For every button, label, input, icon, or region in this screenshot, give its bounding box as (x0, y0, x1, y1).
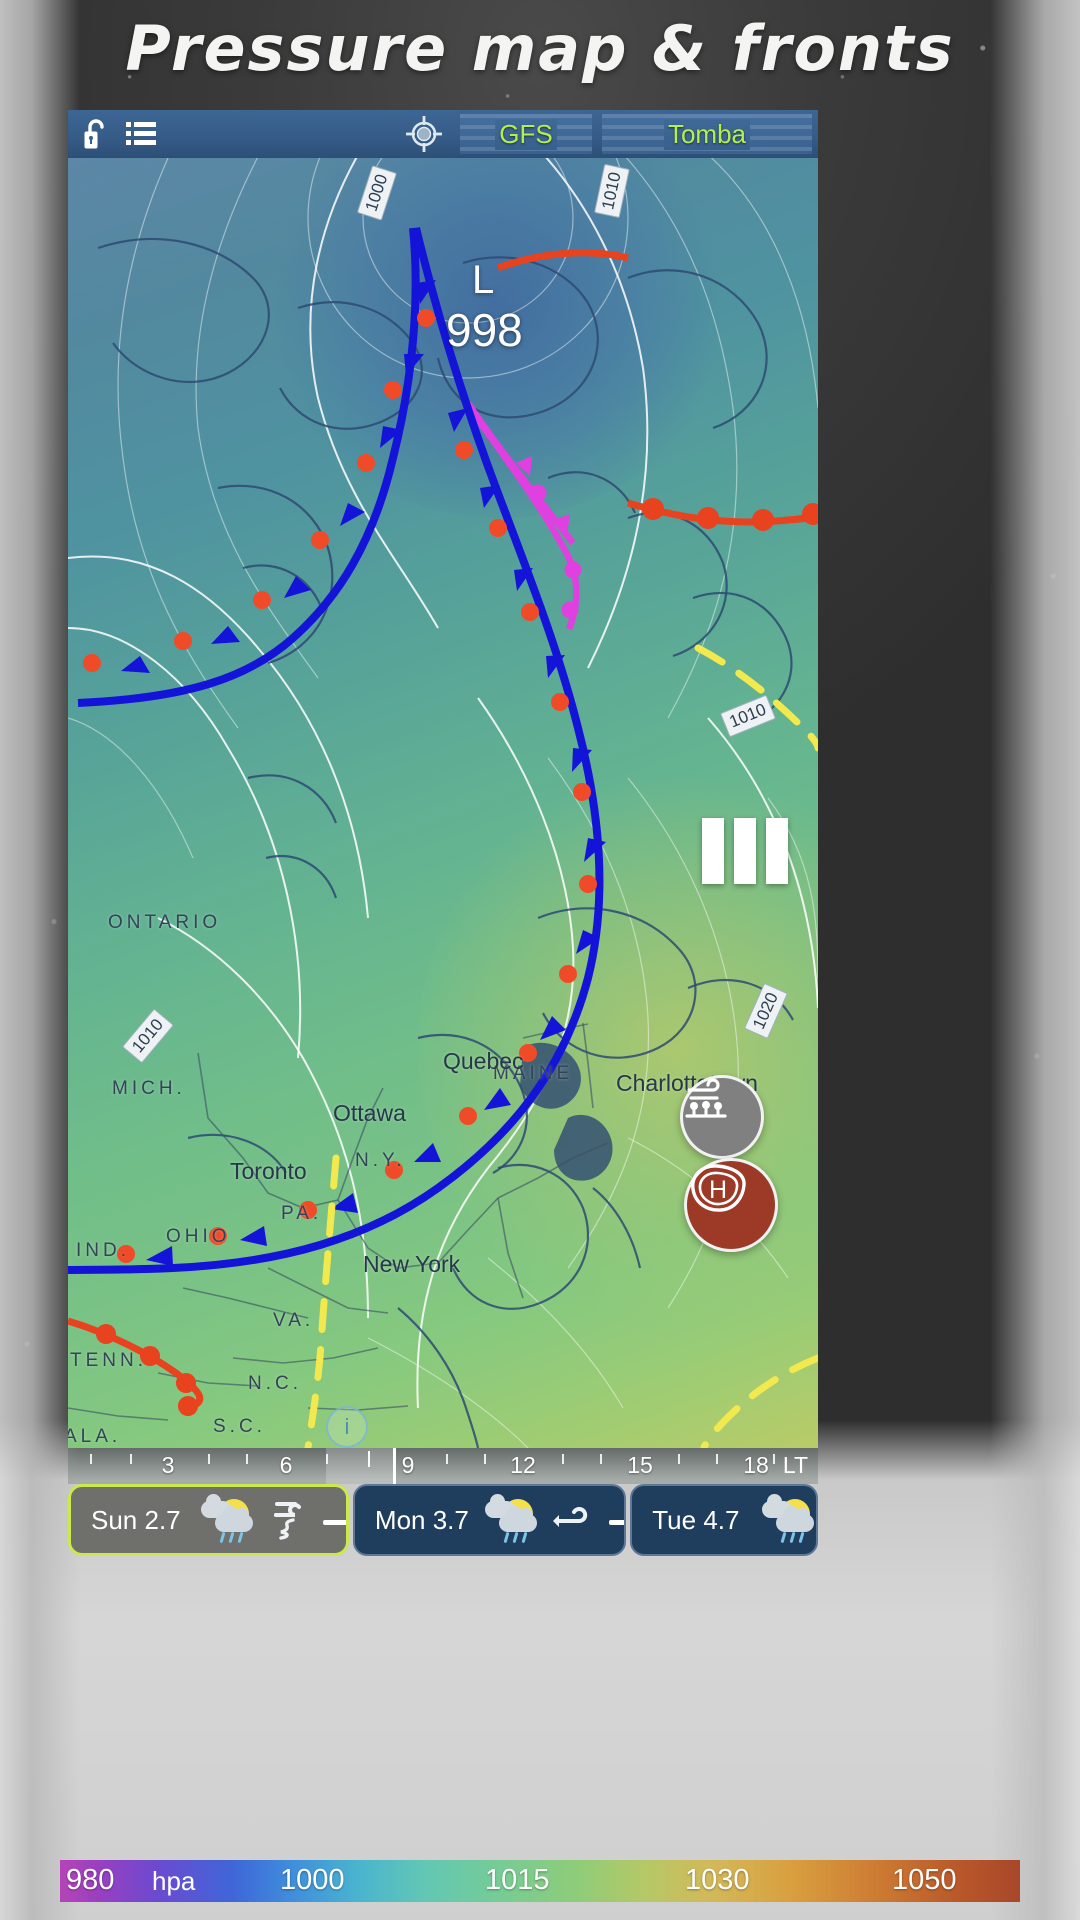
map-region-label: OHIO (166, 1226, 231, 1247)
svg-text:H: H (709, 1176, 727, 1204)
unlock-icon (84, 119, 104, 149)
map-region-label: MICH. (112, 1078, 186, 1099)
time-tick-label: 12 (510, 1452, 536, 1478)
forecast-strip: Sun 2.7 Mon 3.7 Tue 4.7 (68, 1484, 819, 1556)
app-screen: GFS Tomba L 998 1000 1010 1010 1010 1020… (68, 110, 819, 1910)
time-tick-label: 18 (743, 1452, 769, 1478)
pause-bar-icon (766, 818, 788, 884)
map-region-label: ONTARIO (108, 912, 222, 933)
forecast-day-label: Mon 3.7 (374, 1504, 469, 1535)
time-tick-label: 6 (279, 1452, 293, 1478)
time-ruler-cursor[interactable] (393, 1448, 396, 1484)
pause-button[interactable] (702, 818, 788, 884)
forecast-icons (201, 1494, 346, 1544)
time-unit-label: LT (782, 1452, 808, 1478)
location-button[interactable]: Tomba (602, 114, 812, 154)
wind-arrow-icon (552, 1507, 588, 1527)
backdrop-right-edge (990, 0, 1080, 1920)
map-city-label: Quebec (443, 1048, 524, 1074)
legend-stop-label: 980 (66, 1864, 115, 1896)
map-region-label: N.Y. (355, 1150, 406, 1171)
page-title: Pressure map & fronts (125, 12, 955, 85)
map-region-label: VA. (273, 1310, 315, 1331)
wind-speed-bar (608, 1520, 625, 1525)
map-region-label: N.C. (248, 1373, 302, 1394)
high-pressure-icon: H (691, 1164, 746, 1212)
wind-station-icon (685, 1078, 727, 1118)
legend-unit-label: hpa (152, 1866, 196, 1896)
time-now-marker[interactable]: i (326, 1406, 368, 1448)
app-toolbar: GFS Tomba (68, 110, 818, 158)
map-city-label: New York (363, 1251, 461, 1277)
sun-cloud-rain-icon (484, 1494, 541, 1544)
wind-zigzag-icon (274, 1502, 301, 1540)
forecast-icons (762, 1494, 816, 1544)
gps-locate-button[interactable] (398, 110, 450, 158)
time-tick-label: 9 (401, 1452, 415, 1478)
sun-cloud-rain-icon (201, 1494, 257, 1544)
legend-stop-label: 1030 (685, 1864, 750, 1896)
map-region-label: TENN. (70, 1350, 147, 1371)
time-tick-label: 15 (627, 1452, 653, 1478)
map-region-label: S.C. (213, 1416, 266, 1437)
time-ruler-highlight (326, 1448, 394, 1484)
pressure-layer-button[interactable]: H (684, 1158, 778, 1252)
sun-cloud-rain-icon (762, 1494, 816, 1544)
map-city-label: Toronto (230, 1158, 307, 1184)
time-ruler[interactable]: i 3 6 9 12 15 18 21 LT (68, 1406, 818, 1484)
map-region-label: PA. (281, 1203, 323, 1224)
gps-crosshair-icon (406, 116, 442, 152)
pause-bar-icon (702, 818, 724, 884)
map-city-label: Ottawa (333, 1100, 406, 1126)
legend-stop-label: 1000 (280, 1864, 345, 1896)
location-label: Tomba (663, 118, 751, 150)
legend-stop-label: 1015 (485, 1864, 550, 1896)
forecast-card-sun[interactable]: Sun 2.7 (68, 1484, 349, 1556)
legend-stop-label: 1050 (892, 1864, 957, 1896)
forecast-card-mon[interactable]: Mon 3.7 (352, 1484, 627, 1556)
menu-button[interactable] (118, 110, 164, 158)
forecast-icons (484, 1494, 625, 1544)
map-region-label: ALA. (68, 1426, 122, 1447)
low-pressure-marker: L (472, 258, 495, 302)
weather-model-label: GFS (495, 118, 557, 150)
list-menu-icon (126, 122, 156, 145)
occluded-front-path (463, 401, 582, 631)
map-region-label: IND. (76, 1240, 130, 1261)
pressure-legend: 980 hpa 1000 1015 1030 1050 (60, 1860, 1020, 1902)
low-pressure-value: 998 (446, 304, 523, 356)
forecast-day-label: Sun 2.7 (91, 1504, 181, 1535)
wind-layer-button[interactable] (680, 1075, 764, 1159)
weather-map[interactable]: L 998 1000 1010 1010 1010 1020 ONTARIO M… (68, 158, 818, 1448)
weather-model-button[interactable]: GFS (460, 114, 592, 154)
forecast-day-label: Tue 4.7 (652, 1504, 740, 1535)
unlock-button[interactable] (74, 110, 118, 158)
pause-bar-icon (734, 818, 756, 884)
warm-front-upper (496, 249, 818, 531)
time-tick-label: 3 (161, 1452, 175, 1478)
wind-speed-bar (323, 1520, 346, 1525)
forecast-card-tue[interactable]: Tue 4.7 (630, 1484, 819, 1556)
